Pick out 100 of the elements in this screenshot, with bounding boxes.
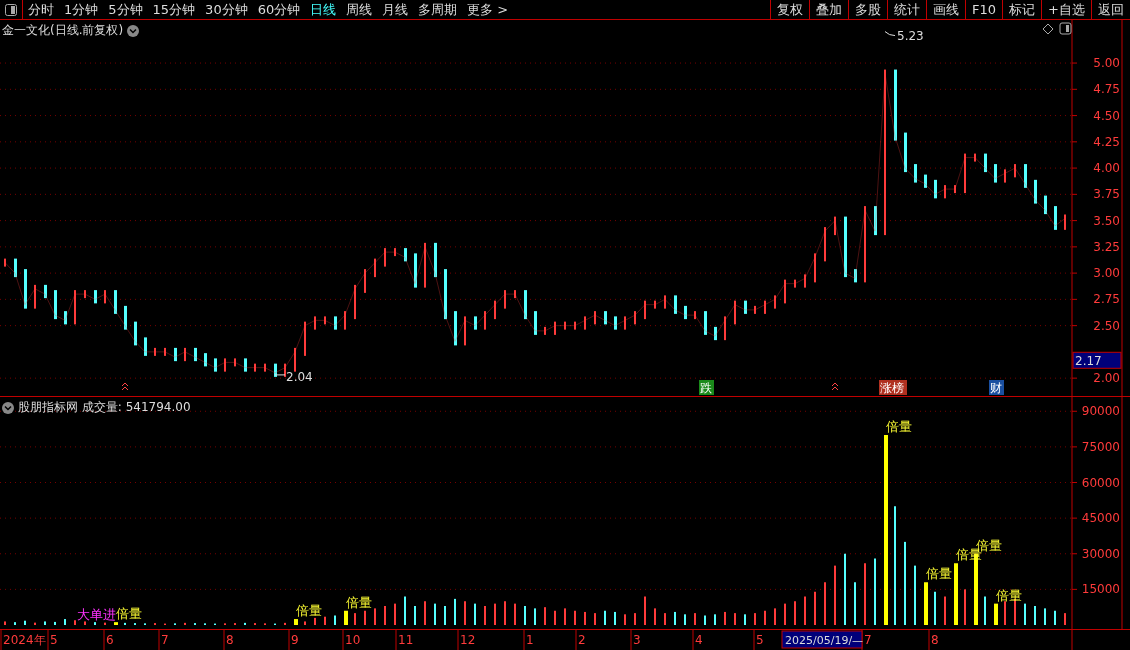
- double-caret-icon: [831, 382, 839, 391]
- period-tab[interactable]: 月线: [377, 0, 414, 19]
- period-tab[interactable]: 多周期: [413, 0, 463, 19]
- candlestick: [294, 347, 296, 372]
- date-axis-label: 2024年: [3, 633, 46, 647]
- candlestick: [614, 316, 617, 330]
- date-axis-label: 4: [695, 633, 703, 647]
- candlestick: [954, 185, 956, 194]
- signal-label: 大单进: [77, 607, 116, 623]
- axis-label: 4.75: [1093, 82, 1120, 97]
- date-axis-label: 12: [460, 633, 476, 647]
- candlestick: [274, 363, 277, 377]
- candlestick: [54, 290, 57, 320]
- volume-signal-label: 倍量: [996, 587, 1022, 603]
- candlestick: [1014, 164, 1016, 178]
- chart-title: 股朋指标网 成交量: 541794.00: [18, 399, 191, 416]
- candlestick: [114, 290, 117, 314]
- candlestick: [654, 300, 656, 309]
- axis-label: 60000: [1081, 475, 1120, 490]
- candlestick: [524, 290, 527, 320]
- candlestick: [204, 353, 207, 367]
- candlestick: [184, 347, 186, 362]
- candlestick: [724, 316, 726, 341]
- toolbar-button[interactable]: 复权: [770, 0, 810, 19]
- date-axis-label: 5: [756, 633, 764, 647]
- period-tab[interactable]: 更多 >: [462, 0, 514, 19]
- candlestick: [374, 258, 376, 278]
- dropdown-icon[interactable]: [127, 24, 140, 37]
- candlestick: [914, 164, 917, 183]
- candlestick: [344, 311, 346, 330]
- toolbar-button[interactable]: 标记: [1002, 0, 1042, 19]
- candlestick: [384, 248, 386, 267]
- diamond-icon[interactable]: [1042, 23, 1054, 35]
- period-tab[interactable]: 分时: [23, 0, 59, 19]
- low-label: 2.04: [286, 369, 313, 384]
- axis-label: 4.50: [1093, 108, 1120, 123]
- candlestick: [354, 284, 356, 320]
- chart-title: 金一文化(日线.前复权): [2, 22, 124, 39]
- candlestick: [634, 311, 636, 325]
- panel-icon[interactable]: [5, 3, 17, 16]
- event-tag[interactable]: 跌: [699, 380, 714, 395]
- candlestick: [444, 269, 447, 320]
- candlestick: [984, 153, 987, 173]
- candlestick: [394, 248, 396, 257]
- candlestick: [224, 358, 226, 372]
- period-tab[interactable]: 1分钟: [59, 0, 104, 19]
- volume-signal-label: 倍量: [926, 566, 952, 582]
- candlestick: [414, 253, 417, 288]
- leader-line: [274, 374, 286, 376]
- event-tag[interactable]: 财: [989, 380, 1004, 395]
- leader-line: [884, 31, 896, 37]
- toolbar-button[interactable]: 返回: [1091, 0, 1130, 19]
- panel-icon[interactable]: [1059, 22, 1072, 35]
- candlestick: [504, 290, 506, 309]
- candlestick: [764, 300, 766, 314]
- candlestick: [734, 300, 736, 325]
- dropdown-icon[interactable]: [2, 401, 14, 414]
- candlestick: [334, 316, 337, 330]
- toolbar-button[interactable]: F10: [965, 0, 1003, 19]
- candlestick: [1044, 195, 1047, 215]
- date-axis-label: 2: [578, 633, 586, 647]
- candlestick: [804, 274, 806, 288]
- candlestick: [844, 216, 847, 278]
- axis-label: 90000: [1081, 404, 1120, 419]
- candlestick: [624, 316, 626, 330]
- toolbar-button[interactable]: +自选: [1041, 0, 1091, 19]
- candlestick: [994, 164, 997, 183]
- date-axis-label: 8: [226, 633, 234, 647]
- axis-label: 15000: [1081, 582, 1120, 597]
- candlestick: [854, 269, 857, 283]
- candlestick: [84, 290, 86, 299]
- candlestick: [974, 153, 976, 162]
- candlestick: [484, 311, 486, 330]
- toolbar-button[interactable]: 画线: [926, 0, 966, 19]
- period-tab[interactable]: 15分钟: [147, 0, 201, 19]
- period-tab[interactable]: 日线: [305, 0, 342, 19]
- candlestick: [74, 290, 76, 325]
- candlestick: [714, 326, 717, 341]
- toolbar-button[interactable]: 叠加: [809, 0, 849, 19]
- toolbar-button[interactable]: 多股: [848, 0, 888, 19]
- candlestick: [474, 316, 477, 330]
- period-tab[interactable]: 60分钟: [252, 0, 306, 19]
- axis-label: 2.75: [1093, 292, 1120, 307]
- candlestick: [924, 174, 927, 188]
- period-tab[interactable]: 周线: [341, 0, 378, 19]
- volume-bar: [294, 619, 298, 625]
- candlestick: [744, 300, 747, 314]
- candlestick: [424, 242, 426, 288]
- period-tab[interactable]: 5分钟: [103, 0, 148, 19]
- event-tag[interactable]: 涨榜: [879, 380, 907, 395]
- axis-label: 4.25: [1093, 134, 1120, 149]
- axis-label: 3.75: [1093, 187, 1120, 202]
- toolbar-button[interactable]: 统计: [887, 0, 927, 19]
- candlestick: [464, 316, 466, 346]
- date-axis-label: 1: [526, 633, 534, 647]
- candlestick: [1004, 169, 1006, 183]
- period-tab[interactable]: 30分钟: [200, 0, 253, 19]
- candlestick: [174, 347, 177, 362]
- candlestick: [874, 206, 877, 236]
- volume-bar: [344, 610, 348, 625]
